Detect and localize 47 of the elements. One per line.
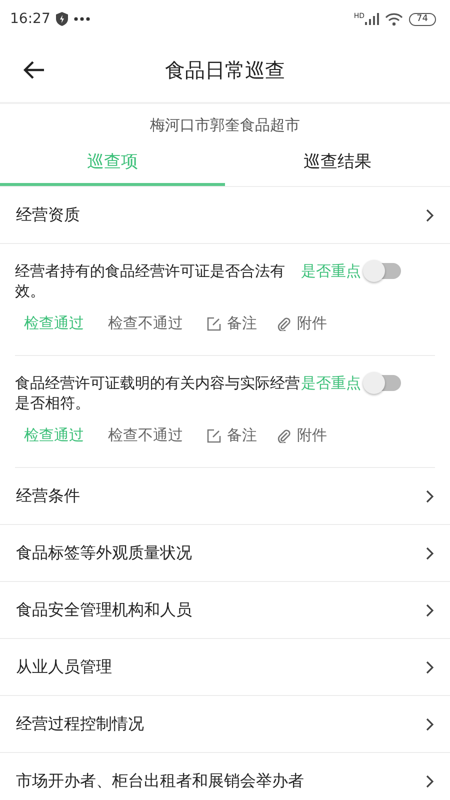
back-icon[interactable] bbox=[23, 61, 45, 79]
result-option[interactable]: 检查不通过 bbox=[108, 426, 183, 445]
page-title: 食品日常巡查 bbox=[165, 56, 285, 84]
section-title: 经营条件 bbox=[16, 486, 80, 506]
attachment-button[interactable]: 附件 bbox=[297, 426, 327, 445]
signal-icon bbox=[364, 13, 379, 25]
section-row[interactable]: 经营过程控制情况 bbox=[0, 696, 450, 753]
toggle-switch[interactable] bbox=[365, 375, 401, 391]
chevron-right-icon bbox=[426, 490, 434, 502]
section-row[interactable]: 食品安全管理机构和人员 bbox=[0, 582, 450, 639]
attachment-button[interactable]: 附件 bbox=[297, 314, 327, 333]
chevron-right-icon bbox=[426, 718, 434, 730]
shield-icon bbox=[56, 12, 68, 26]
more-icon bbox=[74, 17, 90, 21]
key-point-label: 是否重点 bbox=[301, 373, 361, 393]
status-time: 16:27 bbox=[10, 11, 50, 27]
section-row[interactable]: 食品标签等外观质量状况 bbox=[0, 525, 450, 582]
wifi-icon bbox=[384, 12, 403, 26]
section-title: 食品标签等外观质量状况 bbox=[16, 542, 192, 564]
chevron-right-icon bbox=[426, 660, 434, 674]
section-row[interactable]: 经营条件 bbox=[0, 468, 450, 525]
note-button[interactable]: 备注 bbox=[227, 314, 257, 333]
chevron-right-icon bbox=[426, 208, 434, 222]
question-text: 食品经营许可证载明的有关内容与实际经营是否相符。 bbox=[15, 373, 301, 413]
toggle-switch[interactable] bbox=[365, 263, 401, 279]
battery-level: 74 bbox=[408, 12, 436, 26]
section-row[interactable]: 经营资质 bbox=[0, 187, 450, 244]
section-title: 经营资质 bbox=[16, 204, 80, 226]
section-title: 市场开办者、柜台出租者和展销会举办者 bbox=[16, 770, 304, 792]
chevron-right-icon bbox=[426, 774, 434, 788]
section-row[interactable]: 市场开办者、柜台出租者和展销会举办者 bbox=[0, 753, 450, 800]
chevron-right-icon bbox=[426, 546, 434, 560]
paperclip-icon[interactable] bbox=[277, 428, 291, 443]
note-button[interactable]: 备注 bbox=[227, 426, 257, 445]
section-title: 从业人员管理 bbox=[16, 656, 112, 678]
edit-icon[interactable] bbox=[207, 316, 221, 330]
question-text: 经营者持有的食品经营许可证是否合法有效。 bbox=[15, 261, 286, 301]
result-option[interactable]: 检查不通过 bbox=[108, 314, 183, 333]
section-title: 食品安全管理机构和人员 bbox=[16, 600, 192, 620]
edit-icon[interactable] bbox=[207, 428, 221, 442]
section-row[interactable]: 从业人员管理 bbox=[0, 639, 450, 696]
section-title: 经营过程控制情况 bbox=[16, 714, 144, 734]
key-point-label: 是否重点 bbox=[301, 261, 361, 281]
tab[interactable]: 巡查结果 bbox=[225, 140, 450, 186]
paperclip-icon[interactable] bbox=[277, 316, 291, 331]
chevron-right-icon bbox=[426, 604, 434, 616]
shop-name: 梅河口市郭奎食品超市 bbox=[149, 115, 301, 136]
